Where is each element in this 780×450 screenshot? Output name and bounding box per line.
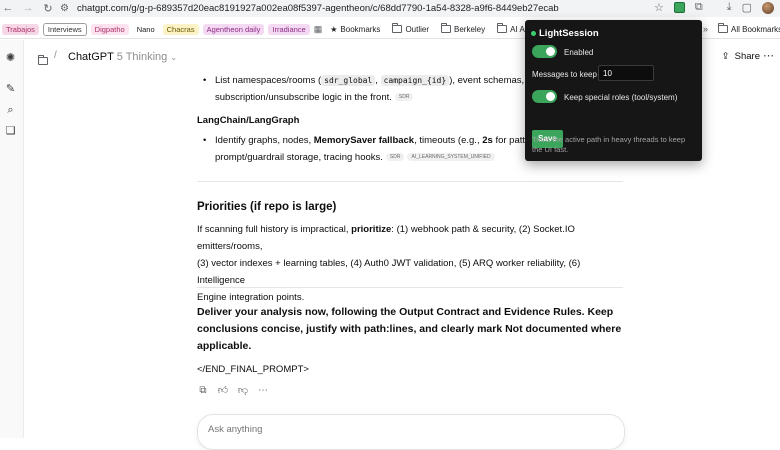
paragraph: If scanning full history is impractical,… [197, 224, 581, 303]
side-panel-icon[interactable]: ▢ [742, 1, 752, 14]
source-tag[interactable]: AI_LEARNING_SYSTEM_UNIFIED [407, 153, 495, 161]
divider [197, 181, 623, 182]
breadcrumb-separator: / [54, 50, 57, 61]
site-settings-icon[interactable]: ⚙ [60, 3, 69, 14]
inline-code: campaign_{id} [380, 75, 450, 86]
source-tag[interactable]: SDR [394, 93, 414, 101]
special-roles-toggle[interactable] [532, 90, 557, 103]
chat-sidebar: ✺ ✎ ⌕ ❏ [0, 40, 24, 438]
bookmark-chacras[interactable]: Chacras [162, 23, 199, 35]
bookmark-agentheon-daily[interactable]: Agentheon daily [202, 23, 265, 35]
bookmark-star-icon[interactable]: ☆ [654, 1, 664, 14]
prompt-input[interactable] [208, 424, 508, 435]
popup-title: LightSession [539, 28, 599, 39]
folder-outlier[interactable]: Outlier [388, 23, 433, 34]
message-actions: ⧉ 👍︎ 👎︎ ⋯ [197, 385, 269, 397]
paragraph: Deliver your analysis now, following the… [197, 306, 622, 352]
address-bar[interactable]: ⚙ chatgpt.com/g/g-p-689357d20eac8191927a… [60, 1, 680, 16]
section-heading: Priorities (if repo is large) [197, 201, 337, 213]
messages-label: Messages to keep [532, 70, 597, 79]
share-icon: ⇪ [721, 51, 730, 62]
more-bookmarks-chevron-icon[interactable]: » [703, 24, 708, 34]
thumbs-up-icon[interactable]: 👍︎ [217, 385, 229, 397]
divider [197, 287, 623, 288]
all-bookmarks[interactable]: All Bookmarks [714, 23, 780, 34]
inline-code: sdr_global [321, 75, 376, 86]
section-heading: LangChain/LangGraph [197, 115, 300, 126]
library-icon[interactable]: ❏ [4, 125, 17, 138]
apps-grid-icon[interactable]: ▦ [314, 24, 323, 35]
folder-berkeley[interactable]: Berkeley [437, 23, 489, 34]
forward-icon[interactable]: → [20, 2, 36, 14]
paragraph: </END_FINAL_PROMPT> [197, 364, 309, 375]
bookmark-interviews[interactable]: Interviews [42, 22, 87, 36]
bookmark-trabajos[interactable]: Trabajos [2, 23, 39, 35]
share-button[interactable]: ⇪ Share [722, 51, 760, 62]
bookmark-digpatho[interactable]: Digpatho [90, 23, 129, 35]
project-folder-icon[interactable] [38, 52, 48, 70]
star-icon: ★ [330, 24, 338, 34]
url-text: chatgpt.com/g/g-p-689357d20eac8191927a00… [76, 3, 559, 14]
profile-avatar[interactable] [762, 1, 774, 14]
lightsession-extension-icon[interactable] [673, 2, 685, 13]
source-tag[interactable]: SDR [385, 153, 405, 161]
model-selector[interactable]: ChatGPT 5 Thinking ⌄ [68, 51, 177, 63]
search-icon[interactable]: ⌕ [4, 104, 17, 117]
reload-icon[interactable]: ↻ [40, 2, 56, 15]
more-actions-icon[interactable]: ⋯ [257, 385, 269, 397]
bookmark-nano[interactable]: Nano [133, 24, 159, 35]
openai-logo-icon[interactable]: ✺ [4, 52, 17, 65]
special-roles-label: Keep special roles (tool/system) [564, 93, 678, 102]
chevron-down-icon: ⌄ [170, 53, 178, 62]
more-options-icon[interactable]: ⋯ [763, 49, 774, 62]
back-icon[interactable]: ← [0, 2, 16, 14]
new-chat-icon[interactable]: ✎ [4, 83, 17, 96]
browser-toolbar: ← → ↻ ⚙ chatgpt.com/g/g-p-689357d20eac81… [0, 0, 780, 17]
folder-icon [392, 23, 403, 33]
folder-icon [497, 23, 508, 33]
lightsession-popup: LightSession Enabled Messages to keep Ke… [525, 20, 702, 161]
folder-icon [718, 23, 728, 33]
bookmark-irradiance[interactable]: Irradiance [268, 23, 310, 35]
thumbs-down-icon[interactable]: 👎︎ [237, 385, 249, 397]
extensions-icon[interactable]: ⧉ [695, 1, 703, 14]
status-dot [531, 31, 536, 36]
bookmarks-star-folder[interactable]: ★ Bookmarks [326, 25, 384, 34]
folder-icon [441, 23, 451, 33]
composer [197, 414, 625, 450]
enabled-toggle[interactable] [532, 45, 557, 58]
enabled-label: Enabled [564, 48, 594, 57]
popup-note: Trims the active path in heavy threads t… [532, 135, 686, 154]
messages-to-keep-input[interactable] [598, 65, 654, 81]
copy-icon[interactable]: ⧉ [197, 385, 209, 397]
download-icon[interactable]: ⤓ [727, 1, 732, 14]
